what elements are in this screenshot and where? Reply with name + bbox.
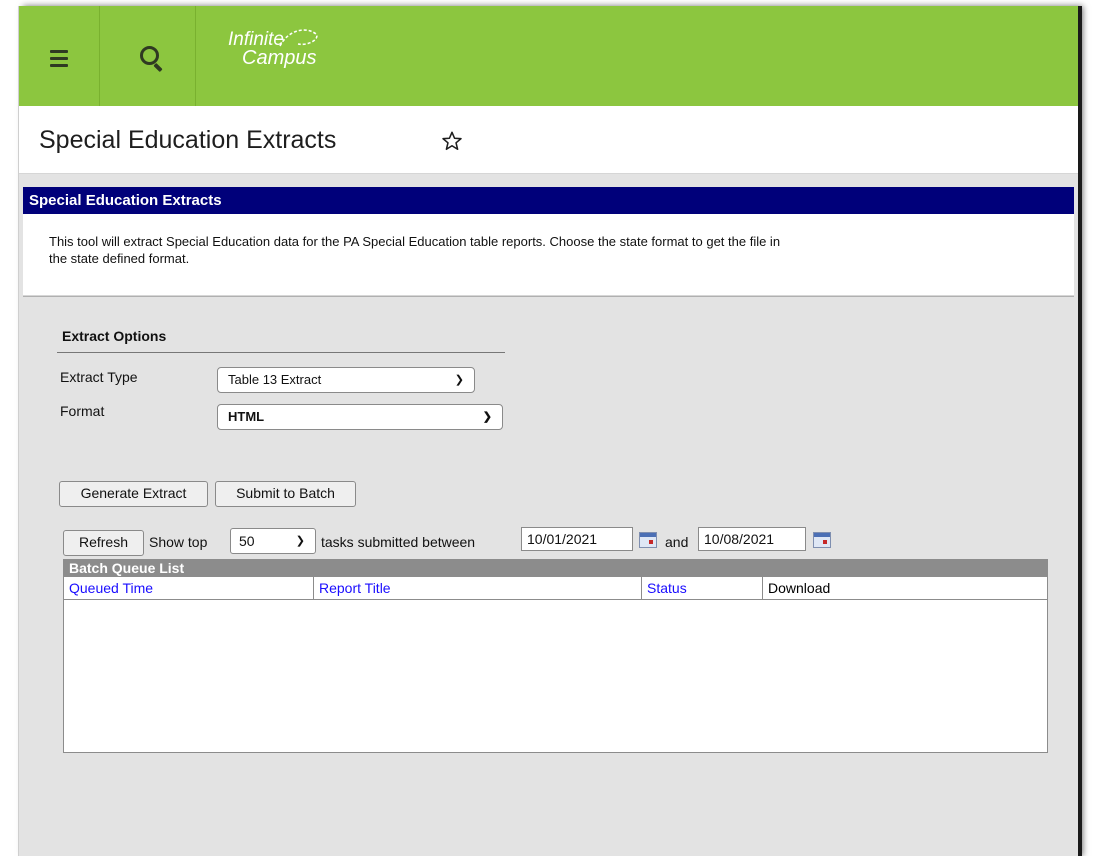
favorite-star-icon[interactable] <box>441 130 463 152</box>
end-date-input[interactable]: 10/08/2021 <box>698 527 806 551</box>
submit-to-batch-button[interactable]: Submit to Batch <box>215 481 356 507</box>
infinite-campus-logo: Infinite Campus <box>228 29 318 68</box>
extract-options-divider <box>57 352 505 353</box>
chevron-down-icon: ❯ <box>454 374 464 386</box>
top-bar: Infinite Campus <box>19 6 1078 106</box>
menu-button[interactable] <box>19 6 100 106</box>
section-header: Special Education Extracts <box>23 187 1074 214</box>
search-icon <box>140 46 159 65</box>
refresh-button[interactable]: Refresh <box>63 530 144 556</box>
batch-queue-header-row: Queued Time Report Title Status Download <box>64 577 1047 600</box>
hamburger-menu-icon <box>50 50 68 71</box>
divider <box>23 296 1074 297</box>
column-status[interactable]: Status <box>642 577 763 599</box>
show-top-label: Show top <box>149 534 208 550</box>
chevron-down-icon: ❯ <box>482 411 492 423</box>
extract-type-label: Extract Type <box>60 369 138 385</box>
start-date-input[interactable]: 10/01/2021 <box>521 527 633 551</box>
column-download: Download <box>768 580 831 596</box>
generate-extract-button[interactable]: Generate Extract <box>59 481 208 507</box>
format-label: Format <box>60 403 105 419</box>
description-line2: the state defined format. <box>49 251 190 266</box>
column-report-title[interactable]: Report Title <box>314 577 642 599</box>
chevron-down-icon: ❯ <box>295 535 305 547</box>
extract-options-title: Extract Options <box>62 328 167 344</box>
show-top-value: 50 <box>239 533 255 549</box>
tasks-submitted-label: tasks submitted between <box>321 534 476 550</box>
title-bar: Special Education Extracts <box>19 106 1078 174</box>
search-button[interactable] <box>100 6 196 106</box>
description-line1: This tool will extract Special Education… <box>49 234 781 249</box>
show-top-select[interactable]: 50 ❯ <box>230 528 316 554</box>
column-queued-time[interactable]: Queued Time <box>64 577 314 599</box>
app-window: Infinite Campus Special Education Extrac… <box>18 6 1078 856</box>
batch-queue-title: Batch Queue List <box>64 560 1047 577</box>
format-select[interactable]: HTML ❯ <box>217 404 503 430</box>
extract-type-value: Table 13 Extract <box>228 372 322 387</box>
extract-type-select[interactable]: Table 13 Extract ❯ <box>217 367 475 393</box>
and-label: and <box>665 534 689 550</box>
section-description: This tool will extract Special Education… <box>23 214 1074 296</box>
calendar-icon[interactable] <box>813 532 831 548</box>
logo-swoosh-icon <box>279 29 318 47</box>
format-value: HTML <box>228 409 265 424</box>
page-title: Special Education Extracts <box>39 126 337 154</box>
batch-queue-table: Batch Queue List Queued Time Report Titl… <box>63 559 1048 753</box>
calendar-icon[interactable] <box>639 532 657 548</box>
